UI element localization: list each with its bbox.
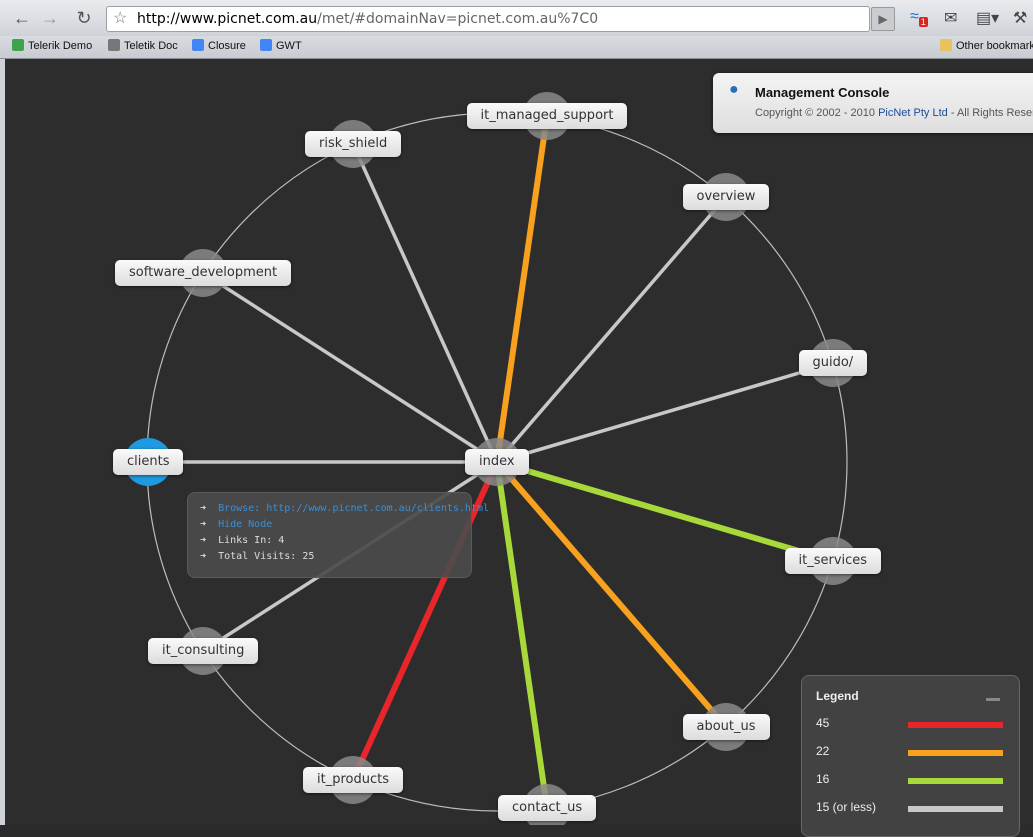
legend-item: 16 <box>816 772 1006 788</box>
console-title: Management Console <box>755 85 890 100</box>
legend-title: Legend <box>816 689 859 703</box>
copyright-suffix: - All Rights Reserved <box>950 107 1033 119</box>
legend-panel: Legend 45 22 16 15 (or less) <box>801 675 1020 837</box>
legend-swatch <box>908 722 1003 728</box>
edge-it_managed_support <box>494 113 550 465</box>
hide-node-link[interactable]: Hide Node <box>218 519 272 530</box>
edge-it_services <box>494 459 836 564</box>
management-console-panel: ● Management Console Copyright © 2002 - … <box>713 73 1033 133</box>
legend-label: 22 <box>816 744 830 758</box>
tooltip-browse[interactable]: ➜ Browse: http://www.picnet.com.au/clien… <box>200 503 489 514</box>
tooltip-hide[interactable]: ➜ Hide Node <box>200 519 272 530</box>
minimize-icon[interactable] <box>986 698 1000 701</box>
legend-item: 22 <box>816 744 1006 760</box>
node-overview[interactable]: overview <box>682 184 770 210</box>
legend-label: 16 <box>816 772 830 786</box>
picnet-logo-icon: ● <box>729 81 739 98</box>
legend-label: 15 (or less) <box>816 800 877 814</box>
node-software_development[interactable]: software_development <box>115 260 292 286</box>
node-contact_us[interactable]: contact_us <box>498 795 597 821</box>
node-risk_shield[interactable]: risk_shield <box>305 131 402 157</box>
node-it_services[interactable]: it_services <box>784 548 882 574</box>
copyright-prefix: Copyright © 2002 - 2010 <box>755 107 879 119</box>
legend-label: 45 <box>816 716 830 730</box>
legend-swatch <box>908 806 1003 812</box>
node-tooltip: ➜ Browse: http://www.picnet.com.au/clien… <box>187 492 489 578</box>
node-it_products[interactable]: it_products <box>303 767 403 793</box>
total-visits-value: Total Visits: 25 <box>218 551 315 562</box>
node-about_us[interactable]: about_us <box>682 714 770 740</box>
edge-guido <box>495 361 835 464</box>
links-in-value: Links In: 4 <box>218 535 285 546</box>
tooltip-total-visits: ➜ Total Visits: 25 <box>200 551 315 562</box>
legend-item: 15 (or less) <box>816 800 1006 816</box>
node-guido[interactable]: guido/ <box>798 350 868 376</box>
node-index[interactable]: index <box>465 449 529 475</box>
node-it_managed_support[interactable]: it_managed_support <box>466 103 628 129</box>
legend-swatch <box>908 750 1003 756</box>
legend-swatch <box>908 778 1003 784</box>
copyright: Copyright © 2002 - 2010 PicNet Pty Ltd -… <box>755 107 1033 119</box>
company-link[interactable]: PicNet Pty Ltd <box>878 107 948 119</box>
legend-item: 45 <box>816 716 1006 732</box>
node-clients[interactable]: clients <box>113 449 184 475</box>
node-it_consulting[interactable]: it_consulting <box>148 638 259 664</box>
tooltip-links-in: ➜ Links In: 4 <box>200 535 285 546</box>
browse-link[interactable]: Browse: http://www.picnet.com.au/clients… <box>218 503 489 514</box>
